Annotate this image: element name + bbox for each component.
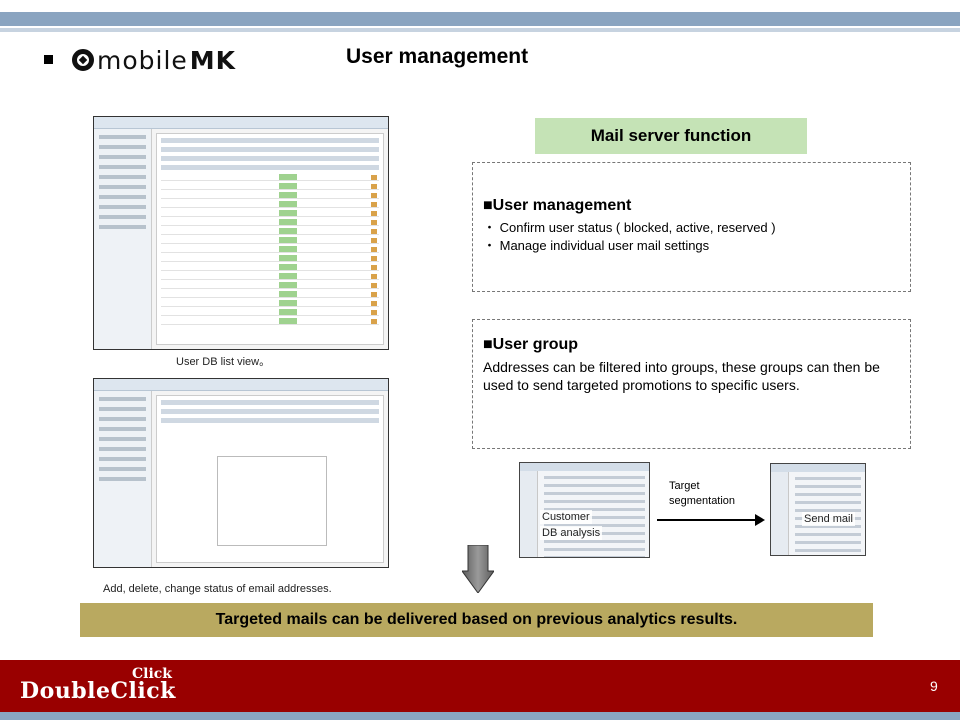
footer-decorative-band [0, 712, 960, 720]
send-mail-label: Send mail [802, 512, 855, 526]
mail-server-function-heading: Mail server function [535, 118, 807, 154]
page-number: 9 [930, 678, 938, 694]
target-segmentation-label: Target segmentation [669, 479, 735, 509]
logo-text-accent: MK [189, 45, 237, 75]
screenshot-form [156, 395, 384, 563]
customer-label: Customer [540, 510, 592, 524]
screenshot-titlebar [94, 117, 388, 129]
page-title: User management [346, 45, 529, 68]
user-management-title: ■User management [483, 197, 632, 214]
segmentation-label: segmentation [669, 495, 736, 507]
user-db-list-screenshot [93, 116, 389, 350]
square-bullet-icon [44, 55, 53, 64]
send-mail-screenshot: Send mail [770, 463, 866, 556]
user-db-list-caption: User DB list view。 [176, 356, 271, 368]
flow-arrow-line [657, 519, 757, 521]
db-analysis-label: DB analysis [540, 526, 603, 540]
user-group-box: ■User group Addresses can be filtered in… [472, 319, 911, 449]
user-management-item: ・ Manage individual user mail settings [483, 238, 710, 253]
screenshot-sidebar [94, 129, 152, 349]
user-management-item: ・ Confirm user status ( blocked, active,… [483, 220, 776, 235]
doubleclick-logo-big: DoubleClick [20, 678, 176, 704]
targeted-mails-banner: Targeted mails can be delivered based on… [80, 603, 873, 637]
user-management-box: ■User management ・ Confirm user status (… [472, 162, 911, 292]
arrow-right-icon [755, 514, 765, 526]
screenshot-sidebar [94, 391, 152, 567]
screenshot-table [156, 133, 384, 345]
edit-address-caption: Add, delete, change status of email addr… [103, 583, 332, 595]
user-group-title: ■User group [483, 336, 579, 353]
screenshot-textarea [217, 456, 327, 546]
edit-address-screenshot [93, 378, 389, 568]
customer-db-analysis-screenshot: Customer DB analysis [519, 462, 650, 558]
target-label: Target [669, 480, 700, 492]
doubleclick-logo: Click DoubleClick [20, 666, 180, 706]
arrow-down-icon [462, 545, 494, 593]
top-decorative-band-thin [0, 28, 960, 32]
screenshot-titlebar [94, 379, 388, 391]
top-decorative-band [0, 12, 960, 26]
mobilemk-logo-icon [72, 49, 94, 71]
user-group-text: Addresses can be filtered into groups, t… [483, 359, 880, 393]
mobilemk-logo-text: mobileMK [97, 46, 236, 75]
logo-text-main: mobile [97, 45, 188, 75]
mobilemk-logo: mobileMK [72, 45, 236, 75]
